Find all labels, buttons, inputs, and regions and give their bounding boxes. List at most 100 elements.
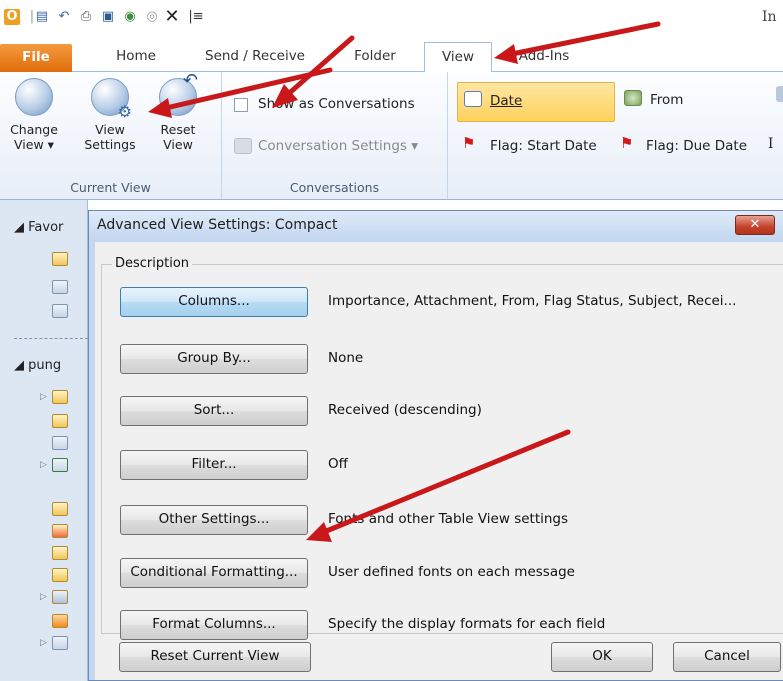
tab-folder[interactable]: Folder	[340, 42, 410, 72]
sent-folder-icon[interactable]	[52, 436, 68, 450]
tab-file[interactable]: File	[0, 44, 72, 72]
print-icon[interactable]: ⎙	[78, 9, 94, 25]
group-by-button[interactable]: Group By...	[120, 344, 308, 374]
dialog-body: Description Columns... Importance, Attac…	[95, 242, 783, 680]
change-view-label: Change	[10, 122, 58, 137]
gear-icon: ⚙	[117, 102, 132, 121]
conversation-settings-icon	[234, 138, 252, 154]
rss-feeds-icon[interactable]	[52, 614, 68, 628]
tab-send-receive[interactable]: Send / Receive	[196, 42, 314, 72]
arrange-from-button[interactable]: From	[650, 92, 683, 108]
conditional-formatting-button[interactable]: Conditional Formatting...	[120, 558, 308, 588]
view-settings-label-2: Settings	[84, 137, 136, 152]
flag-start-icon: ⚑	[462, 134, 476, 152]
green-circle-icon[interactable]: ◉	[122, 9, 138, 25]
format-columns-description: Specify the display formats for each fie…	[328, 616, 606, 632]
arrange-date-label: Date	[490, 93, 523, 109]
filter-button[interactable]: Filter...	[120, 450, 308, 480]
folder-icon[interactable]	[52, 546, 68, 560]
ribbon: Change View ▾ ⚙ View Settings ↶ Reset Vi…	[0, 72, 783, 200]
expand-arrow-icon[interactable]: ▷	[40, 592, 47, 602]
format-columns-button[interactable]: Format Columns...	[120, 610, 308, 640]
outbox-icon[interactable]	[52, 590, 68, 604]
ok-button[interactable]: OK	[551, 642, 653, 672]
conversations-group: Show as Conversations Conversation Setti…	[222, 72, 448, 199]
group-label-current-view: Current View	[70, 180, 151, 195]
conversation-settings-button[interactable]: Conversation Settings ▾	[258, 138, 418, 154]
reset-view-label-2: View	[163, 137, 193, 152]
arrange-flag-due-button[interactable]: Flag: Due Date	[646, 138, 747, 154]
quick-print-icon[interactable]: ▣	[100, 9, 116, 25]
window-title: In	[762, 9, 777, 25]
view-settings-label: View	[95, 122, 125, 137]
show-as-conversations-checkbox[interactable]	[234, 98, 248, 112]
drafts-folder-icon[interactable]	[52, 414, 68, 428]
advanced-view-settings-dialog: Advanced View Settings: Compact ✕ Descri…	[88, 210, 783, 681]
other-settings-description: Fonts and other Table View settings	[328, 511, 569, 527]
columns-description: Importance, Attachment, From, Flag Statu…	[328, 293, 737, 309]
expand-arrow-icon[interactable]: ▷	[40, 392, 47, 402]
description-legend: Description	[112, 256, 193, 271]
filter-description: Off	[328, 456, 348, 472]
expand-arrow-icon[interactable]: ▷	[40, 460, 47, 470]
delete-x-icon[interactable]: ✕	[164, 8, 180, 26]
tab-home[interactable]: Home	[108, 42, 164, 72]
change-view-label-2: View ▾	[14, 137, 54, 152]
sent-items-icon[interactable]	[52, 304, 68, 318]
sort-description: Received (descending)	[328, 402, 482, 418]
gray-circle-icon[interactable]: ◎	[144, 9, 160, 25]
deleted-items-icon[interactable]	[52, 458, 68, 472]
inbox-icon[interactable]	[52, 252, 68, 266]
sort-button[interactable]: Sort...	[120, 396, 308, 426]
close-button[interactable]: ✕	[735, 215, 775, 235]
tab-view[interactable]: View	[424, 42, 492, 73]
flag-due-icon: ⚑	[620, 134, 634, 152]
customize-qat-icon[interactable]: |≡	[186, 9, 206, 25]
search-folders-icon[interactable]	[52, 636, 68, 650]
group-label-conversations: Conversations	[289, 180, 380, 195]
quick-access-toolbar: O | ▤ ↶ ⎙ ▣ ◉ ◎ ✕ |≡ In	[0, 0, 783, 36]
conditional-formatting-description: User defined fonts on each message	[328, 564, 575, 580]
undo-icon[interactable]: ↶	[56, 9, 72, 25]
favorites-header[interactable]: ◢ Favor	[14, 220, 63, 235]
columns-button[interactable]: Columns...	[120, 287, 308, 317]
reset-view-button[interactable]: ↶ Reset View	[150, 72, 206, 152]
outlook-window: O | ▤ ↶ ⎙ ▣ ◉ ◎ ✕ |≡ In File Home Send /…	[0, 0, 783, 681]
outlook-icon[interactable]: O	[4, 9, 20, 25]
view-settings-button[interactable]: ⚙ View Settings	[80, 78, 140, 152]
view-settings-icon: ⚙	[91, 78, 132, 121]
junk-folder-icon[interactable]	[52, 524, 68, 538]
reset-view-label: Reset	[160, 122, 196, 137]
cancel-button[interactable]: Cancel	[673, 642, 781, 672]
current-view-group: Change View ▾ ⚙ View Settings ↶ Reset Vi…	[0, 72, 222, 199]
reset-arrow-icon: ↶	[182, 70, 198, 91]
arrange-partial-item[interactable]: I	[768, 136, 773, 152]
description-groupbox: Description Columns... Importance, Attac…	[101, 256, 783, 640]
nav-separator	[14, 338, 88, 339]
show-as-conversations-label[interactable]: Show as Conversations	[258, 96, 415, 112]
folder-icon[interactable]	[52, 568, 68, 582]
arrange-flag-start-button[interactable]: Flag: Start Date	[490, 138, 597, 154]
other-settings-button[interactable]: Other Settings...	[120, 505, 308, 535]
from-icon	[624, 90, 642, 106]
inbox-folder-icon[interactable]	[52, 390, 68, 404]
partial-icon	[776, 86, 783, 102]
calendar-icon	[464, 91, 482, 107]
mailbox-header[interactable]: ◢ pung	[14, 358, 61, 373]
dialog-title: Advanced View Settings: Compact	[97, 217, 338, 233]
change-view-button[interactable]: Change View ▾	[4, 78, 64, 152]
navigation-pane: ◢ Favor ◢ pung ▷ ▷ ▷ ▷	[0, 200, 88, 681]
tab-add-ins[interactable]: Add-Ins	[504, 42, 584, 72]
close-icon: ✕	[749, 217, 761, 232]
group-by-description: None	[328, 350, 364, 366]
folder-icon[interactable]	[52, 502, 68, 516]
reset-current-view-button[interactable]: Reset Current View	[119, 642, 311, 672]
expand-arrow-icon[interactable]: ▷	[40, 638, 47, 648]
arrange-date-button[interactable]: Date	[457, 82, 615, 122]
new-folder-icon[interactable]: ▤	[34, 9, 50, 25]
dialog-title-bar[interactable]: Advanced View Settings: Compact ✕	[89, 211, 783, 241]
change-view-icon	[15, 78, 53, 116]
ribbon-tabs: File Home Send / Receive Folder View Add…	[0, 36, 783, 73]
search-folder-icon[interactable]	[52, 280, 68, 294]
reset-view-icon: ↶	[159, 72, 198, 116]
